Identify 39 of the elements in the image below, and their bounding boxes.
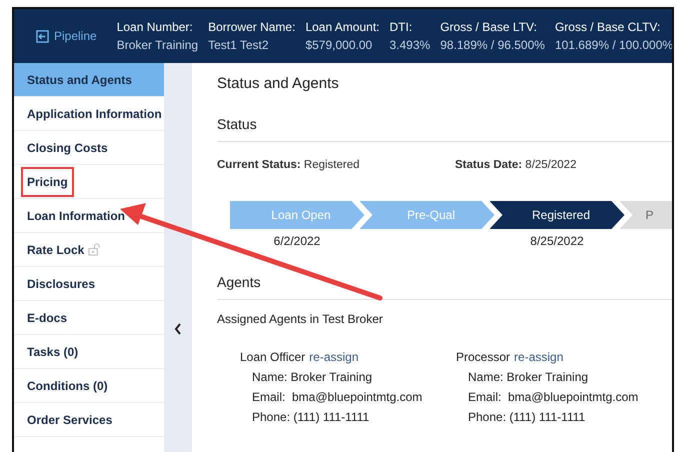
reassign-link[interactable]: re-assign (309, 350, 359, 364)
step-date: 6/2/2022 (274, 234, 320, 248)
agent-email: Email: bma@bluepointmtg.com (251, 390, 424, 404)
progress-step: Loan Open (230, 201, 364, 229)
page-title: Status and Agents (217, 75, 340, 92)
field-value: 3.493% (390, 38, 430, 52)
progress-step: Registered (490, 201, 624, 229)
agent-phone: Phone: (111) 111-1111 (467, 410, 586, 424)
field-label: DTI: (390, 20, 414, 34)
reassign-link[interactable]: re-assign (514, 350, 564, 364)
assigned-agents-text: Assigned Agents in Test Broker (217, 312, 384, 326)
agent-phone: Phone: (111) 111-1111 (251, 410, 370, 424)
sidebar-item[interactable]: Pricing (14, 165, 164, 199)
agent-name: Name: Broker Training (251, 370, 374, 384)
field-label: Gross / Base CLTV: (554, 20, 662, 34)
agent-role: Loan Officer (240, 350, 306, 364)
field-label: Borrower Name: (208, 20, 296, 34)
current-status: Current Status: Registered (217, 159, 361, 171)
agent-role: Processor (456, 350, 510, 364)
progress-step: Pre-Qual (360, 201, 494, 229)
chevron-left-icon[interactable] (174, 322, 182, 334)
section-heading: Status (217, 116, 672, 142)
exit-icon (36, 30, 49, 42)
sidebar-item[interactable]: Status and Agents (14, 63, 164, 97)
progress-step: P (620, 201, 672, 229)
highlight-box: Pricing (23, 168, 72, 194)
field-label: Loan Number: (116, 20, 194, 34)
step-date: 8/25/2022 (530, 234, 584, 248)
agent-name: Name: Broker Training (467, 370, 590, 384)
agent-email: Email: bma@bluepointmtg.com (467, 390, 640, 404)
field-label: Gross / Base LTV: (440, 20, 538, 34)
section-heading: Agents (217, 274, 672, 300)
status-date: Status Date: 8/25/2022 (455, 159, 576, 171)
field-value: Broker Training (116, 38, 198, 52)
field-value: $579,000.00 (305, 38, 374, 52)
field-value: Test1 Test2 (208, 38, 270, 52)
field-value: 98.189% / 96.500% (440, 38, 545, 52)
field-label: Loan Amount: (305, 20, 380, 34)
pipeline-link[interactable]: Pipeline (14, 29, 107, 43)
